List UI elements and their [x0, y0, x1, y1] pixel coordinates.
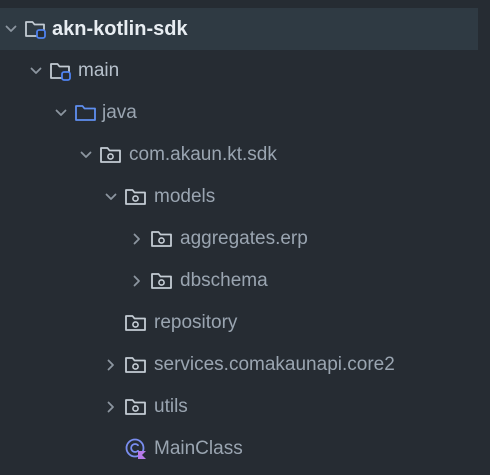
chevron-down-icon[interactable] [77, 134, 95, 176]
source-set-folder-icon [49, 50, 73, 92]
tree-label-aggregates: aggregates.erp [180, 228, 308, 249]
chevron-down-icon[interactable] [27, 50, 45, 92]
chevron-right-icon[interactable] [128, 218, 146, 260]
module-folder-icon [24, 8, 48, 50]
tree-row-akn-kotlin-sdk[interactable]: akn-kotlin-sdk [0, 8, 478, 50]
package-icon [124, 176, 148, 218]
tree-row-java[interactable]: java [0, 92, 490, 134]
tree-row-aggregates[interactable]: aggregates.erp [0, 218, 490, 260]
tree-row-dbschema[interactable]: dbschema [0, 260, 490, 302]
project-tree: akn-kotlin-sdk main java com.akaun.kt.sd… [0, 0, 490, 475]
tree-row-utils[interactable]: utils [0, 386, 490, 428]
package-icon [99, 134, 123, 176]
tree-row-main-class[interactable]: MainClass [0, 428, 490, 470]
tree-label-java: java [102, 102, 137, 123]
tree-label-utils: utils [154, 396, 188, 417]
tree-row-models[interactable]: models [0, 176, 490, 218]
package-icon [124, 386, 148, 428]
source-root-folder-icon [74, 92, 98, 134]
chevron-right-icon[interactable] [102, 386, 120, 428]
chevron-down-icon[interactable] [102, 176, 120, 218]
chevron-down-icon[interactable] [52, 92, 70, 134]
tree-row-package-root[interactable]: com.akaun.kt.sdk [0, 134, 490, 176]
chevron-down-icon[interactable] [2, 8, 20, 50]
tree-label-main: main [78, 60, 120, 81]
tree-row-main[interactable]: main [0, 50, 490, 92]
tree-row-repository[interactable]: repository [0, 302, 490, 344]
tree-label-services: services.comakaunapi.core2 [154, 354, 395, 375]
tree-label-package-root: com.akaun.kt.sdk [129, 144, 277, 165]
tree-label-models: models [154, 186, 216, 207]
chevron-right-icon[interactable] [128, 260, 146, 302]
package-icon [124, 302, 148, 344]
tree-row-services[interactable]: services.comakaunapi.core2 [0, 344, 490, 386]
tree-label-main-class: MainClass [154, 438, 243, 459]
chevron-right-icon[interactable] [102, 344, 120, 386]
package-icon [124, 344, 148, 386]
kotlin-class-icon [124, 428, 148, 470]
package-icon [150, 260, 174, 302]
tree-label-root: akn-kotlin-sdk [52, 18, 188, 40]
package-icon [150, 218, 174, 260]
tree-label-repository: repository [154, 312, 238, 333]
tree-label-dbschema: dbschema [180, 270, 268, 291]
